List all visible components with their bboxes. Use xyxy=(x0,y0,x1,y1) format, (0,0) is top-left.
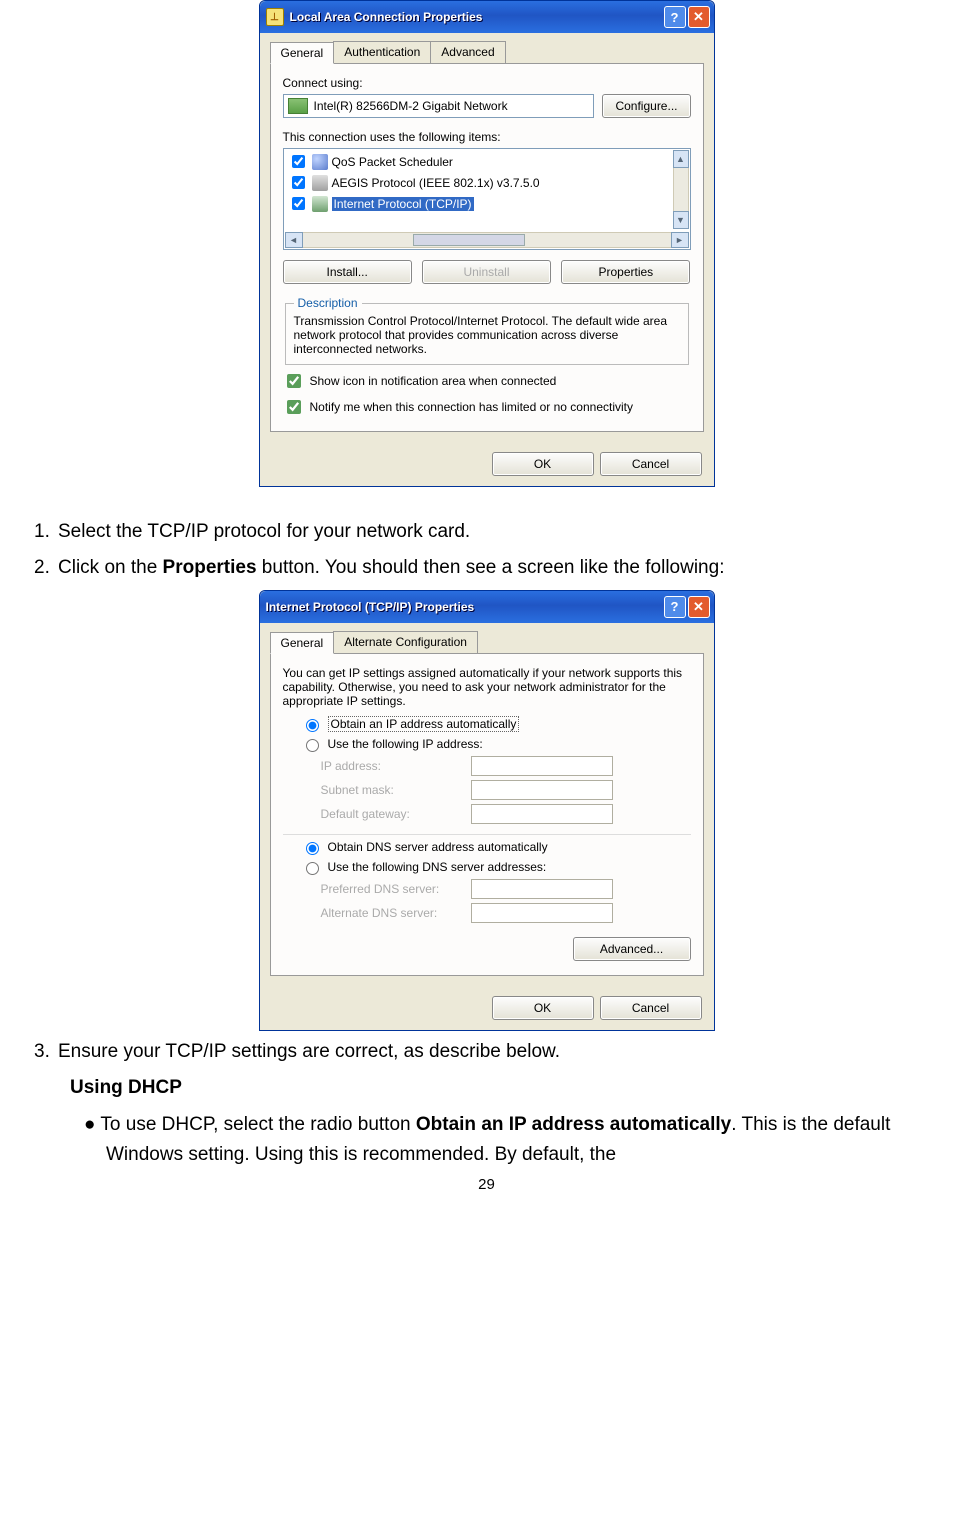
close-button[interactable]: ✕ xyxy=(688,596,710,618)
step-3: 3.Ensure your TCP/IP settings are correc… xyxy=(70,1037,933,1067)
tcpip-properties-dialog: Internet Protocol (TCP/IP) Properties ? … xyxy=(259,590,715,1031)
step-2: 2.Click on the Properties button. You sh… xyxy=(70,553,933,583)
configure-button[interactable]: Configure... xyxy=(602,94,690,118)
list-item[interactable]: QoS Packet Scheduler xyxy=(284,151,672,172)
ok-button[interactable]: OK xyxy=(492,996,594,1020)
components-list[interactable]: QoS Packet Scheduler AEGIS Protocol (IEE… xyxy=(283,148,691,250)
cancel-button[interactable]: Cancel xyxy=(600,452,702,476)
pref-dns-input xyxy=(471,879,613,899)
tab-authentication[interactable]: Authentication xyxy=(333,41,431,63)
show-icon-label: Show icon in notification area when conn… xyxy=(310,374,557,388)
checkbox[interactable] xyxy=(292,197,305,210)
alt-dns-input xyxy=(471,903,613,923)
show-icon-checkbox[interactable] xyxy=(287,374,301,388)
service-name: QoS Packet Scheduler xyxy=(332,155,453,169)
scroll-thumb[interactable] xyxy=(413,234,525,246)
ip-address-label: IP address: xyxy=(321,759,471,773)
description-legend: Description xyxy=(294,296,362,310)
service-icon xyxy=(312,154,328,170)
ok-button[interactable]: OK xyxy=(492,452,594,476)
scroll-left-icon[interactable]: ◄ xyxy=(285,232,303,248)
adapter-field: Intel(R) 82566DM-2 Gigabit Network xyxy=(283,94,595,118)
dhcp-bullet: To use DHCP, select the radio button Obt… xyxy=(70,1110,933,1171)
tabs: General Alternate Configuration xyxy=(270,631,704,654)
window-title: Internet Protocol (TCP/IP) Properties xyxy=(266,600,662,614)
gateway-input xyxy=(471,804,613,824)
pref-dns-label: Preferred DNS server: xyxy=(321,882,471,896)
subnet-mask-input xyxy=(471,780,613,800)
checkbox[interactable] xyxy=(292,155,305,168)
tab-advanced[interactable]: Advanced xyxy=(430,41,505,63)
list-item-selected[interactable]: Internet Protocol (TCP/IP) xyxy=(284,193,672,214)
tab-panel: Connect using: Intel(R) 82566DM-2 Gigabi… xyxy=(270,64,704,432)
adapter-name: Intel(R) 82566DM-2 Gigabit Network xyxy=(314,99,508,113)
uninstall-button: Uninstall xyxy=(422,260,551,284)
use-ip-radio[interactable] xyxy=(306,739,319,752)
scroll-up-icon[interactable]: ▲ xyxy=(673,150,689,168)
titlebar: ⊥ Local Area Connection Properties ? ✕ xyxy=(260,1,714,33)
scroll-down-icon[interactable]: ▼ xyxy=(673,211,689,229)
connect-using-label: Connect using: xyxy=(283,76,691,90)
obtain-ip-radio[interactable] xyxy=(306,719,319,732)
use-dns-radio[interactable] xyxy=(306,862,319,875)
tab-alternate[interactable]: Alternate Configuration xyxy=(333,631,478,653)
window-title: Local Area Connection Properties xyxy=(290,10,662,24)
gateway-label: Default gateway: xyxy=(321,807,471,821)
tab-general[interactable]: General xyxy=(270,42,335,64)
use-dns-label: Use the following DNS server addresses: xyxy=(328,860,547,874)
tab-general[interactable]: General xyxy=(270,632,335,654)
advanced-button[interactable]: Advanced... xyxy=(573,937,691,961)
service-name: AEGIS Protocol (IEEE 802.1x) v3.7.5.0 xyxy=(332,176,540,190)
instruction-list: 1.Select the TCP/IP protocol for your ne… xyxy=(70,517,933,584)
use-ip-label: Use the following IP address: xyxy=(328,737,483,751)
network-icon: ⊥ xyxy=(266,8,284,26)
install-button[interactable]: Install... xyxy=(283,260,412,284)
notify-label: Notify me when this connection has limit… xyxy=(310,400,634,414)
nic-icon xyxy=(288,98,308,114)
checkbox[interactable] xyxy=(292,176,305,189)
obtain-ip-label: Obtain an IP address automatically xyxy=(328,716,520,732)
help-button[interactable]: ? xyxy=(664,596,686,618)
description-group: Description Transmission Control Protoco… xyxy=(285,296,689,365)
dhcp-heading: Using DHCP xyxy=(70,1073,933,1103)
lan-properties-dialog: ⊥ Local Area Connection Properties ? ✕ G… xyxy=(259,0,715,487)
list-item[interactable]: AEGIS Protocol (IEEE 802.1x) v3.7.5.0 xyxy=(284,172,672,193)
ip-address-input xyxy=(471,756,613,776)
titlebar: Internet Protocol (TCP/IP) Properties ? … xyxy=(260,591,714,623)
alt-dns-label: Alternate DNS server: xyxy=(321,906,471,920)
service-icon xyxy=(312,196,328,212)
obtain-dns-radio[interactable] xyxy=(306,842,319,855)
cancel-button[interactable]: Cancel xyxy=(600,996,702,1020)
notify-checkbox[interactable] xyxy=(287,400,301,414)
properties-button[interactable]: Properties xyxy=(561,260,690,284)
description-text: Transmission Control Protocol/Internet P… xyxy=(294,314,680,356)
page-number: 29 xyxy=(0,1176,973,1193)
items-label: This connection uses the following items… xyxy=(283,130,691,144)
service-name: Internet Protocol (TCP/IP) xyxy=(332,197,474,211)
vertical-scrollbar[interactable]: ▲ ▼ xyxy=(673,150,689,229)
horizontal-scrollbar[interactable]: ◄ ► xyxy=(285,232,689,248)
step-1: 1.Select the TCP/IP protocol for your ne… xyxy=(70,517,933,547)
service-icon xyxy=(312,175,328,191)
scroll-right-icon[interactable]: ► xyxy=(671,232,689,248)
help-button[interactable]: ? xyxy=(664,6,686,28)
tab-panel: You can get IP settings assigned automat… xyxy=(270,654,704,976)
obtain-dns-label: Obtain DNS server address automatically xyxy=(328,840,548,854)
subnet-mask-label: Subnet mask: xyxy=(321,783,471,797)
intro-text: You can get IP settings assigned automat… xyxy=(283,666,691,708)
close-button[interactable]: ✕ xyxy=(688,6,710,28)
tabs: General Authentication Advanced xyxy=(270,41,704,64)
